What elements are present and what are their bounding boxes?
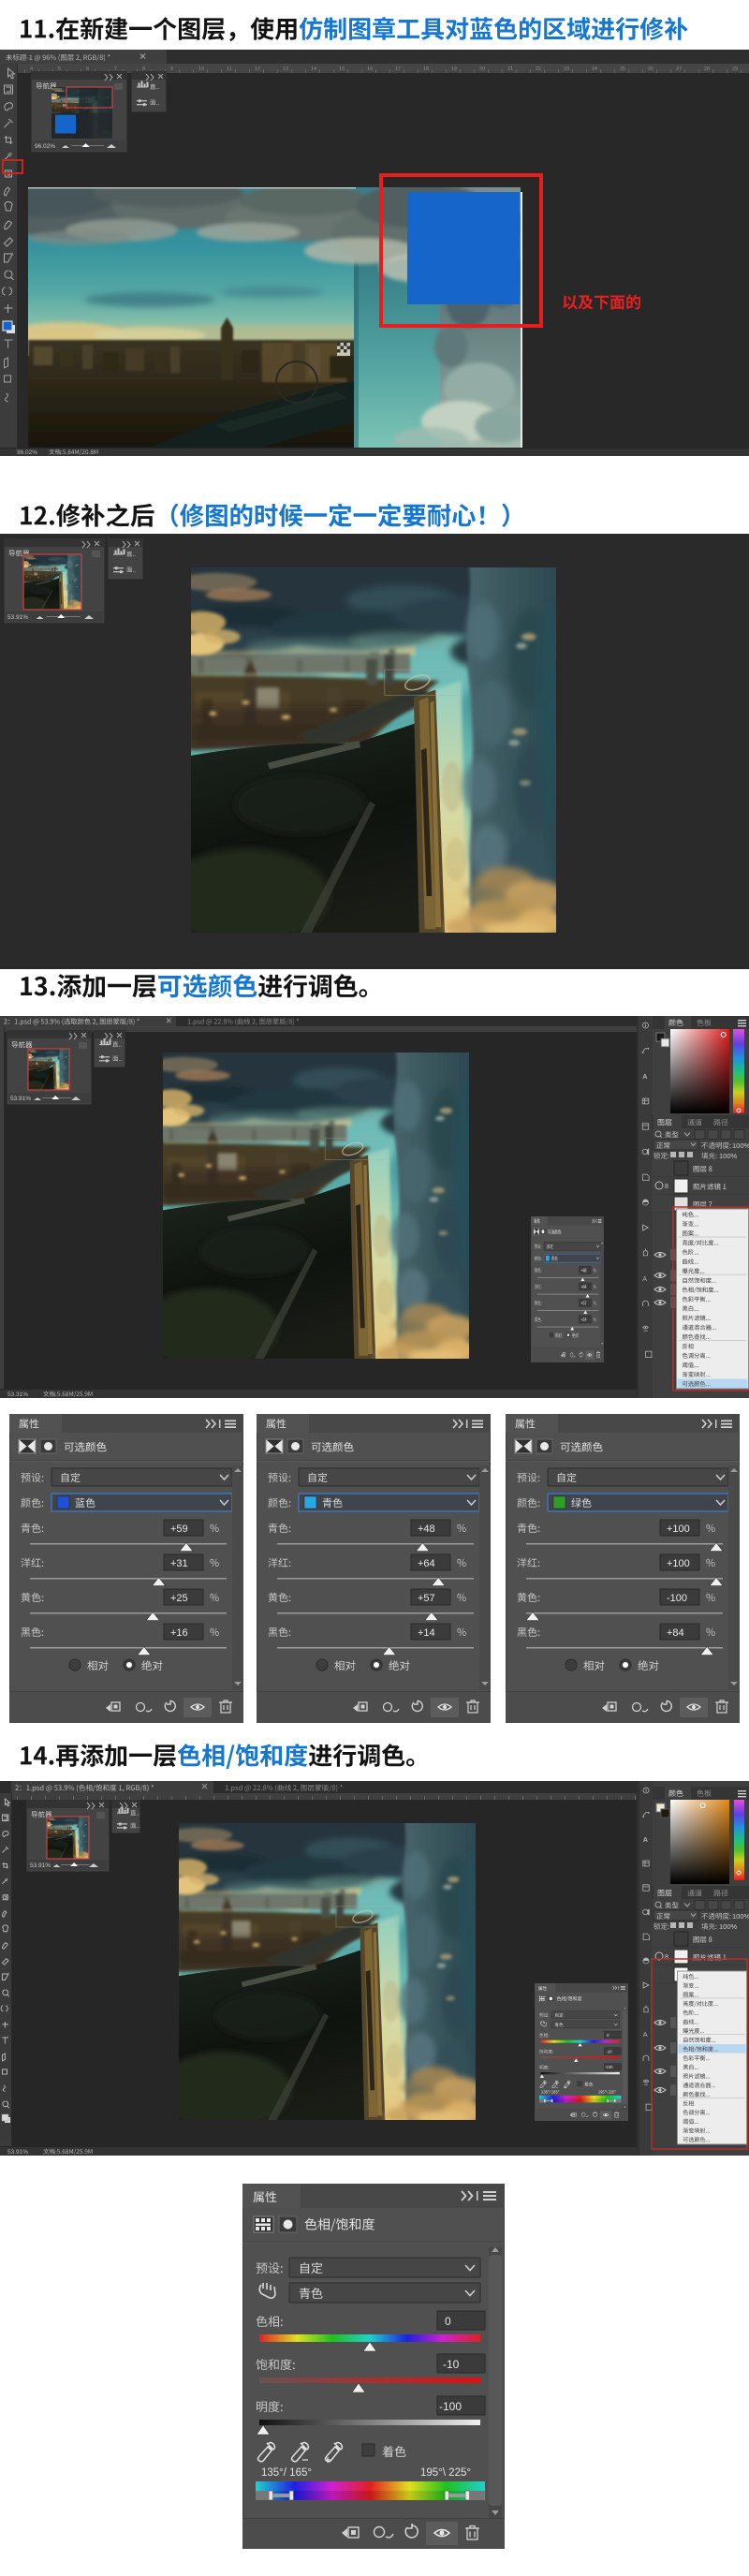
svg-text:28: 28	[704, 66, 710, 72]
svg-text:100%: 100%	[719, 1922, 738, 1931]
svg-text:A: A	[643, 2030, 648, 2039]
svg-text:A: A	[642, 1274, 647, 1283]
svg-text:53.31%: 53.31%	[7, 1391, 28, 1398]
svg-text:20: 20	[479, 66, 485, 72]
svg-text:11: 11	[227, 66, 232, 72]
svg-text:9: 9	[170, 66, 173, 72]
svg-text:21: 21	[507, 66, 513, 72]
svg-text:24: 24	[592, 66, 597, 72]
svg-text:A: A	[643, 1835, 648, 1844]
svg-text:100%: 100%	[719, 1152, 738, 1160]
svg-text:26: 26	[648, 66, 654, 72]
svg-text:100%: 100%	[732, 1141, 749, 1150]
svg-text:25: 25	[620, 66, 625, 72]
svg-text:96.02%: 96.02%	[35, 143, 55, 150]
svg-text:53.91%: 53.91%	[7, 614, 28, 621]
svg-text:27: 27	[676, 66, 682, 72]
svg-text:19: 19	[451, 66, 457, 72]
svg-text:100%: 100%	[732, 1912, 749, 1921]
svg-text:18: 18	[423, 66, 429, 72]
svg-text:10: 10	[198, 66, 204, 72]
svg-text:96.02%: 96.02%	[17, 449, 37, 456]
svg-text:22: 22	[536, 66, 541, 72]
svg-text:12: 12	[255, 66, 260, 72]
svg-text:29: 29	[732, 66, 738, 72]
svg-text:23: 23	[564, 66, 569, 72]
svg-text:17: 17	[395, 66, 401, 72]
svg-text:A: A	[642, 1072, 647, 1081]
svg-text:15: 15	[339, 66, 345, 72]
svg-text:14: 14	[311, 66, 316, 72]
svg-text:8: 8	[665, 1184, 668, 1190]
svg-text:53.91%: 53.91%	[7, 2149, 28, 2156]
svg-text:16: 16	[367, 66, 373, 72]
svg-text:13: 13	[283, 66, 288, 72]
svg-text:8: 8	[665, 1954, 668, 1961]
